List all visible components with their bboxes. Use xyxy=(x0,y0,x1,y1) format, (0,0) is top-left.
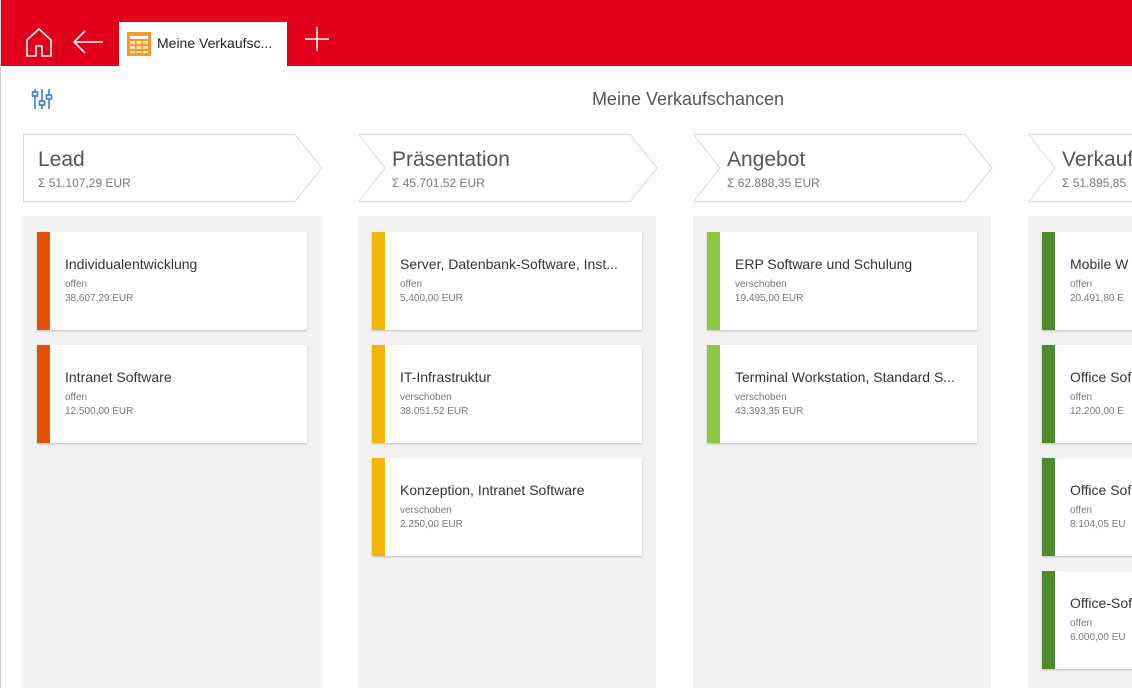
card-status: offen xyxy=(1070,618,1093,629)
card-amount: 6.000,00 EU xyxy=(1070,632,1126,643)
card-amount: 19.495,00 EUR xyxy=(735,293,804,304)
card-status: offen xyxy=(65,279,88,290)
card-stage-color-bar xyxy=(707,232,720,330)
card-amount: 2.250,00 EUR xyxy=(400,519,463,530)
card-title: Office Sof xyxy=(1070,482,1132,498)
opportunity-card[interactable]: Individualentwicklung offen 38.607,29 EU… xyxy=(37,232,307,330)
lane-lead: Individualentwicklung offen 38.607,29 EU… xyxy=(23,216,321,688)
card-status: offen xyxy=(65,392,88,403)
opportunity-card[interactable]: Konzeption, Intranet Software verschoben… xyxy=(372,458,642,556)
stage-header-praesentation[interactable]: Präsentation Σ 45.701,52 EUR xyxy=(358,134,658,202)
card-title: Server, Datenbank-Software, Inst... xyxy=(400,256,618,272)
back-arrow-icon[interactable] xyxy=(71,26,105,58)
card-status: verschoben xyxy=(735,279,787,290)
stage-header-angebot[interactable]: Angebot Σ 62.888,35 EUR xyxy=(693,134,993,202)
lane-angebot: ERP Software und Schulung verschoben 19.… xyxy=(693,216,991,688)
page-title: Meine Verkaufschancen xyxy=(591,89,785,109)
lane-praesentation: Server, Datenbank-Software, Inst... offe… xyxy=(358,216,656,688)
card-title: Konzeption, Intranet Software xyxy=(400,482,585,498)
stage-sum: Σ 62.888,35 EUR xyxy=(727,176,820,190)
tab-table-icon xyxy=(127,32,151,56)
stage-name: Verkauf xyxy=(1062,148,1132,171)
stage-header-lead[interactable]: Lead Σ 51.107,29 EUR xyxy=(23,134,323,202)
lane-verkauf: Mobile W offen 20.491,80 E Office Sof of… xyxy=(1028,216,1132,688)
card-stage-color-bar xyxy=(1042,232,1055,330)
top-bar: Meine Verkaufsc... xyxy=(1,0,1132,66)
card-title: Office Sof xyxy=(1070,369,1132,385)
card-stage-color-bar xyxy=(1042,571,1055,669)
card-status: offen xyxy=(1070,279,1093,290)
opportunity-card[interactable]: Mobile W offen 20.491,80 E xyxy=(1042,232,1132,330)
opportunity-card[interactable]: Terminal Workstation, Standard S... vers… xyxy=(707,345,977,443)
card-amount: 5.400,00 EUR xyxy=(400,293,463,304)
card-title: ERP Software und Schulung xyxy=(735,256,913,272)
stage-header-verkauf[interactable]: Verkauf Σ 51.895,85 xyxy=(1028,134,1132,202)
card-title: Office-Sof xyxy=(1070,595,1132,611)
tab-label: Meine Verkaufsc... xyxy=(157,35,273,51)
card-stage-color-bar xyxy=(372,458,385,556)
opportunity-card[interactable]: ERP Software und Schulung verschoben 19.… xyxy=(707,232,977,330)
card-status: verschoben xyxy=(400,505,452,516)
card-amount: 20.491,80 E xyxy=(1070,293,1124,304)
opportunity-card[interactable]: Server, Datenbank-Software, Inst... offe… xyxy=(372,232,642,330)
opportunity-card[interactable]: Office Sof offen 8.104,05 EU xyxy=(1042,458,1132,556)
card-stage-color-bar xyxy=(372,232,385,330)
opportunity-card[interactable]: IT-Infrastruktur verschoben 38.051,52 EU… xyxy=(372,345,642,443)
tab-meine-verkaufschancen[interactable]: Meine Verkaufsc... xyxy=(119,22,287,66)
card-title: Terminal Workstation, Standard S... xyxy=(735,369,955,385)
card-stage-color-bar xyxy=(37,345,50,443)
card-status: offen xyxy=(1070,392,1093,403)
stage-sum: Σ 45.701,52 EUR xyxy=(392,176,485,190)
card-stage-color-bar xyxy=(707,345,720,443)
home-icon[interactable] xyxy=(25,26,53,58)
stage-name: Angebot xyxy=(727,148,806,171)
card-status: offen xyxy=(1070,505,1093,516)
card-amount: 38.607,29 EUR xyxy=(65,293,134,304)
stage-name: Lead xyxy=(38,148,85,171)
card-stage-color-bar xyxy=(372,345,385,443)
card-status: verschoben xyxy=(735,392,787,403)
card-stage-color-bar xyxy=(1042,458,1055,556)
opportunity-card[interactable]: Intranet Software offen 12.500,00 EUR xyxy=(37,345,307,443)
card-title: IT-Infrastruktur xyxy=(400,369,492,385)
card-amount: 43.393,35 EUR xyxy=(735,406,804,417)
card-amount: 38.051,52 EUR xyxy=(400,406,469,417)
card-stage-color-bar xyxy=(1042,345,1055,443)
card-title: Mobile W xyxy=(1070,256,1129,272)
card-amount: 8.104,05 EU xyxy=(1070,519,1126,530)
plus-icon[interactable] xyxy=(305,26,329,52)
card-status: verschoben xyxy=(400,392,452,403)
card-stage-color-bar xyxy=(37,232,50,330)
card-amount: 12.500,00 EUR xyxy=(65,406,134,417)
card-status: offen xyxy=(400,279,423,290)
stage-sum: Σ 51.895,85 xyxy=(1062,176,1127,190)
opportunity-card[interactable]: Office Sof offen 12.200,00 E xyxy=(1042,345,1132,443)
card-title: Intranet Software xyxy=(65,369,172,385)
app-window: Meine Verkaufsc... Meine Verkaufschancen… xyxy=(0,0,1132,688)
stage-name: Präsentation xyxy=(392,148,510,171)
opportunity-card[interactable]: Office-Sof offen 6.000,00 EU xyxy=(1042,571,1132,669)
card-title: Individualentwicklung xyxy=(65,256,198,272)
stage-sum: Σ 51.107,29 EUR xyxy=(38,176,131,190)
card-amount: 12.200,00 E xyxy=(1070,406,1124,417)
